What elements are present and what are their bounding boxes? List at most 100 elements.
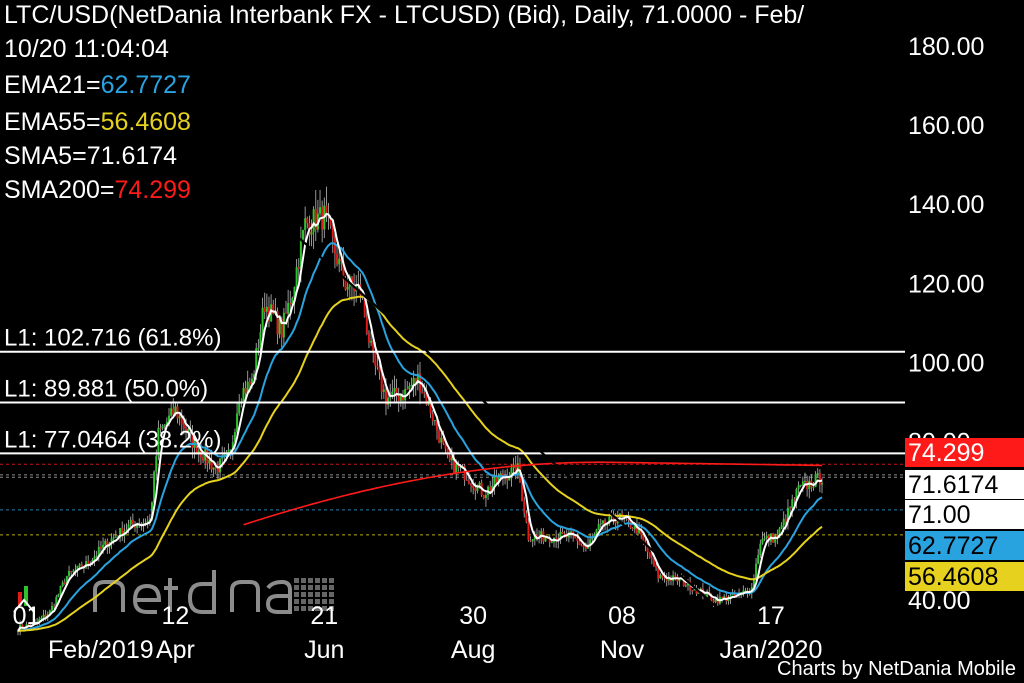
candle-body — [265, 306, 268, 312]
candle-body — [236, 413, 239, 433]
price-tag-text: 71.6174 — [908, 471, 998, 499]
candle-body — [310, 231, 313, 235]
candle-body — [791, 499, 794, 509]
candle-body — [470, 483, 473, 486]
x-tick-month: Nov — [600, 636, 645, 664]
indicator-label: SMA5= — [4, 142, 87, 170]
candle-body — [306, 218, 309, 224]
candle-body — [59, 586, 62, 595]
candle-body — [410, 384, 413, 387]
indicator-value: 71.6174 — [86, 142, 178, 170]
candle-body — [597, 524, 600, 530]
watermark-grid-cell — [322, 585, 327, 590]
candle-body — [561, 531, 564, 534]
candle-body — [261, 307, 264, 333]
fib-level-label: L1: 102.716 (61.8%) — [4, 325, 222, 352]
candle-body — [550, 542, 553, 544]
watermark-grid-cell — [322, 592, 327, 597]
candle-body — [446, 448, 449, 456]
candle-body — [601, 520, 604, 524]
candle-body — [433, 420, 436, 422]
price-tag-text: 56.4608 — [908, 563, 998, 591]
candle-body — [763, 538, 766, 540]
candle-body — [302, 229, 305, 240]
candle-body — [614, 521, 617, 524]
candle-body — [376, 365, 379, 368]
candle-body — [285, 312, 287, 314]
candle-body — [655, 566, 658, 569]
candle-body — [346, 286, 349, 290]
price-tags: 74.299 71.617471.00 62.7727 56.4608 — [905, 438, 1024, 591]
candle-body — [131, 519, 134, 525]
x-tick-month: Aug — [451, 636, 495, 664]
indicator-value: 74.299 — [114, 176, 191, 204]
indicator-label: EMA21= — [4, 71, 101, 99]
y-tick-label: 40.00 — [908, 587, 971, 615]
watermark-grid-cell — [294, 606, 299, 611]
candle-body — [438, 430, 441, 443]
candle-body — [404, 388, 407, 401]
candle-body — [242, 388, 245, 402]
watermark-grid-cell — [294, 599, 299, 604]
candle-body — [248, 381, 251, 385]
candle-body — [544, 537, 547, 542]
candle-body — [431, 413, 434, 421]
candle-body — [287, 303, 290, 314]
y-tick-label: 160.00 — [908, 112, 984, 140]
candle-body — [691, 590, 694, 592]
y-tick-label: 120.00 — [908, 270, 984, 298]
watermark-grid-cell — [308, 578, 313, 583]
candle-body — [53, 605, 56, 607]
candle-body — [304, 218, 307, 230]
candle-body — [382, 389, 385, 392]
trend-line-label: L1 — [726, 606, 750, 631]
candle-body — [325, 205, 328, 214]
netdania-watermark-logo — [93, 570, 334, 614]
candle-body — [95, 555, 98, 557]
candle-body — [721, 596, 724, 599]
candle-body — [202, 457, 205, 461]
candle-body — [297, 267, 300, 269]
candle-body — [659, 574, 662, 579]
candle-body — [365, 316, 368, 334]
indicator-lines — [17, 212, 823, 632]
candle-body — [374, 352, 377, 366]
candle-body — [765, 535, 768, 539]
candle-body — [450, 457, 453, 461]
watermark-grid-cell — [294, 585, 299, 590]
candle-body — [793, 499, 796, 501]
candle-body — [821, 483, 823, 485]
candle-body — [525, 513, 528, 523]
indicator-value: 56.4608 — [100, 108, 191, 136]
candle-body — [472, 485, 475, 488]
candle-body — [531, 539, 534, 542]
candle-body — [57, 594, 60, 598]
candle-body — [761, 538, 764, 544]
candle-body — [170, 408, 173, 416]
candle-body — [631, 528, 634, 530]
candle-body — [257, 348, 260, 350]
candle-body — [801, 481, 804, 486]
candle-body — [657, 568, 660, 579]
chart-title: LTC/USD(NetDania Interbank FX - LTCUSD) … — [4, 1, 805, 29]
indicator-ema21: EMA21=62.7727 — [4, 70, 191, 100]
chart-credit: Charts by NetDania Mobile — [777, 658, 1016, 680]
candle-body — [755, 563, 758, 579]
indicator-label: SMA200= — [4, 176, 115, 204]
watermark-grid-cell — [294, 592, 299, 597]
candle-body — [816, 473, 819, 475]
watermark-glyphs — [93, 570, 292, 614]
candle-body — [155, 456, 158, 472]
candle-body — [336, 253, 339, 265]
watermark-grid-cell — [294, 578, 299, 583]
x-tick-day: 21 — [310, 602, 338, 630]
watermark-grid-cell — [315, 578, 320, 583]
candle-body — [582, 546, 585, 548]
watermark-grid-cell — [322, 578, 327, 583]
x-tick-day: 17 — [757, 602, 785, 630]
candle-body — [51, 605, 54, 611]
candle-body — [227, 449, 230, 453]
candle-body — [312, 209, 315, 232]
candle-body — [812, 486, 815, 488]
candle-body — [68, 571, 71, 577]
